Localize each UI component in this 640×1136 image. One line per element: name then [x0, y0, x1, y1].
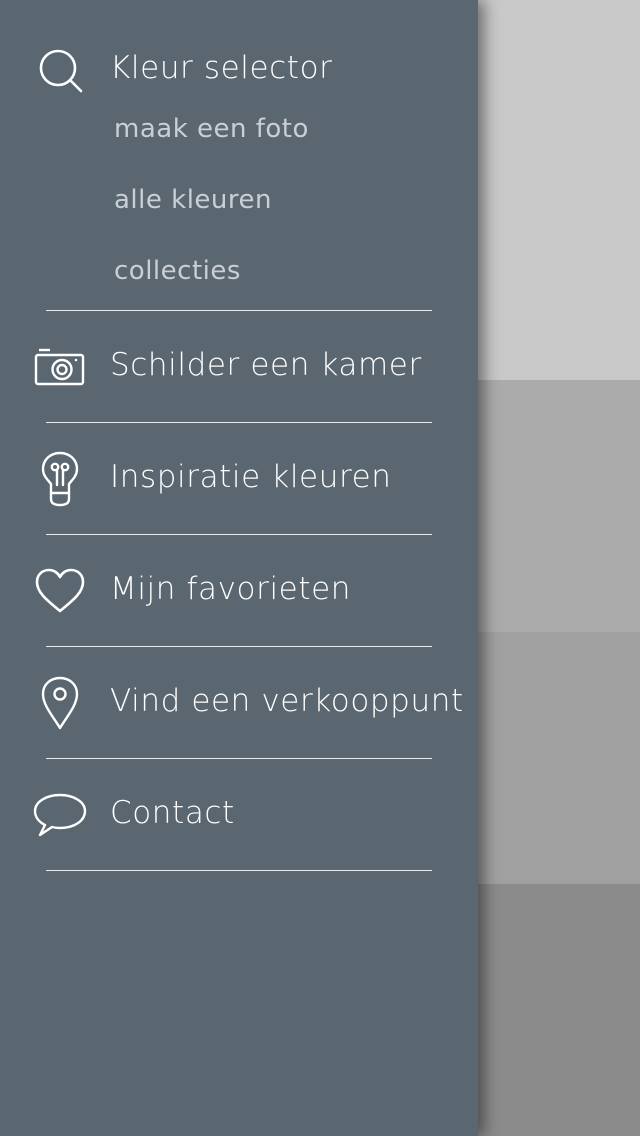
navigation-drawer: Kleur selector maak een foto alle kleure…: [0, 0, 478, 1136]
search-icon: [32, 42, 88, 98]
heart-icon: [32, 563, 88, 619]
menu-divider: [46, 758, 432, 759]
menu-item-color-selector[interactable]: Kleur selector: [0, 42, 478, 98]
content-color-panel[interactable]: [478, 884, 640, 1136]
menu-item-label: Mijn favorieten: [110, 571, 352, 607]
menu-item-contact[interactable]: Contact: [0, 787, 478, 843]
map-pin-icon: [32, 675, 88, 731]
menu-item-label: Inspiratie kleuren: [110, 459, 392, 495]
menu-divider: [46, 646, 432, 647]
sub-item-collections[interactable]: collecties: [114, 256, 241, 286]
speech-bubble-icon: [32, 787, 88, 843]
content-color-panel[interactable]: [478, 632, 640, 884]
menu-item-label: Kleur selector: [110, 50, 333, 86]
menu-divider: [46, 534, 432, 535]
content-color-panel[interactable]: [478, 380, 640, 632]
menu-divider: [46, 310, 432, 311]
menu-item-find-store[interactable]: Vind een verkooppunt: [0, 675, 478, 731]
menu-item-inspiration-colors[interactable]: Inspiratie kleuren: [0, 451, 478, 507]
sub-item-all-colors[interactable]: alle kleuren: [114, 185, 272, 215]
content-color-panel[interactable]: [478, 0, 640, 380]
menu-item-favorites[interactable]: Mijn favorieten: [0, 563, 478, 619]
app-screen: Kleur selector maak een foto alle kleure…: [0, 0, 640, 1136]
sub-item-take-photo[interactable]: maak een foto: [114, 114, 309, 144]
menu-divider: [46, 422, 432, 423]
menu-divider: [46, 870, 432, 871]
camera-icon: [32, 339, 88, 395]
menu-item-paint-room[interactable]: Schilder een kamer: [0, 339, 478, 395]
lightbulb-icon: [32, 451, 88, 507]
menu-item-label: Schilder een kamer: [110, 347, 422, 383]
menu-item-label: Vind een verkooppunt: [110, 683, 464, 719]
menu-item-label: Contact: [110, 795, 235, 831]
